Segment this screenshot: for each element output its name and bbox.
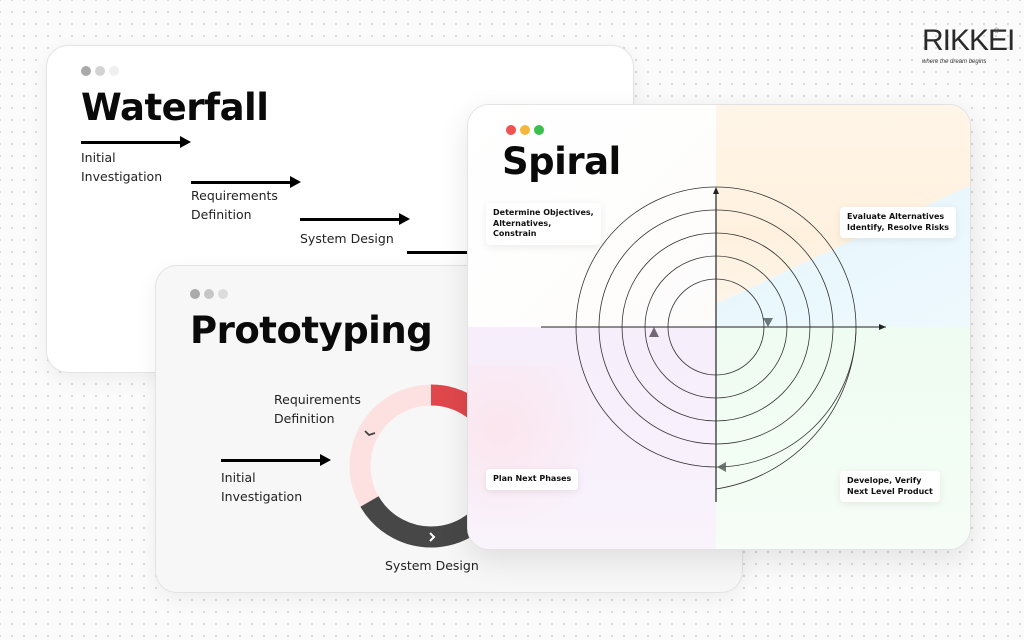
window-controls <box>190 289 228 299</box>
waterfall-title: Waterfall <box>81 86 269 129</box>
window-dot-2[interactable] <box>204 289 214 299</box>
spiral-arrow-down-icon <box>763 318 773 327</box>
waterfall-arrow-2 <box>191 176 301 188</box>
window-dot-2[interactable] <box>95 66 105 76</box>
spiral-arrow-left-icon <box>717 462 726 472</box>
rikkei-logo: RIKKEI ® where the dream begins <box>918 26 1015 72</box>
callout-evaluate-alternatives: Evaluate Alternatives Identify, Resolve … <box>840 207 957 238</box>
prototyping-entry-arrow <box>221 454 331 466</box>
waterfall-arrow-1 <box>81 136 191 148</box>
waterfall-step-3: System Design <box>300 231 394 246</box>
registered-mark: ® <box>994 28 1000 35</box>
x-axis-arrowhead <box>879 324 886 330</box>
window-controls <box>81 66 119 76</box>
logo-wordmark: RIKKEI <box>922 24 1015 57</box>
ring-label-system-design: System Design <box>385 558 479 573</box>
waterfall-step-2: Requirements Definition <box>191 188 278 222</box>
waterfall-arrow-3 <box>300 213 410 225</box>
callout-determine-objectives: Determine Objectives, Alternatives, Cons… <box>486 203 601 245</box>
y-axis-arrowhead <box>713 187 719 194</box>
spiral-outer-tail <box>715 326 857 490</box>
waterfall-step-1: Initial Investigation <box>81 150 163 184</box>
spiral-arrow-up-icon <box>649 327 659 337</box>
window-dot-1[interactable] <box>81 66 91 76</box>
callout-develop-verify: Develope, Verify Next Level Product <box>840 471 940 502</box>
logo-tagline: where the dream begins <box>922 59 987 65</box>
spiral-window: Spiral Determine Objectives, Alternative… <box>467 104 971 550</box>
window-dot-3[interactable] <box>109 66 119 76</box>
prototyping-entry-label: Initial Investigation <box>221 470 303 504</box>
callout-plan-next-phases: Plan Next Phases <box>486 469 579 490</box>
window-dot-1[interactable] <box>190 289 200 299</box>
prototyping-title: Prototyping <box>190 309 433 352</box>
window-dot-3[interactable] <box>218 289 228 299</box>
